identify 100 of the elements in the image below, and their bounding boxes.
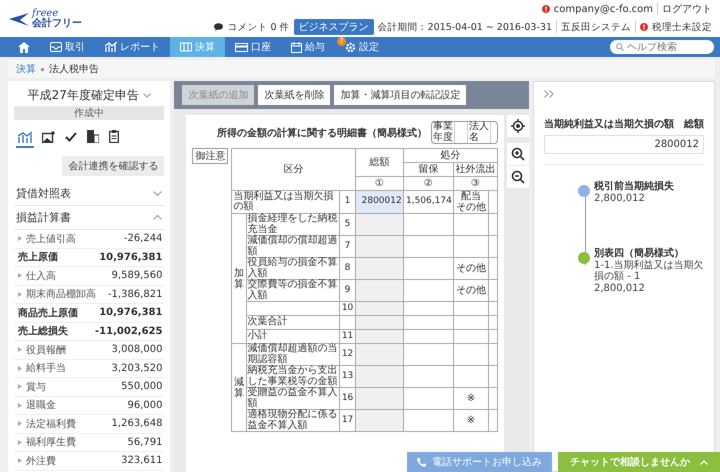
filing-title[interactable]: 平成27年度確定申告 bbox=[28, 87, 139, 104]
zoom-out-button[interactable] bbox=[507, 166, 529, 188]
toolbar-button[interactable]: 次葉紙を削除 bbox=[258, 85, 330, 105]
recenter-button[interactable] bbox=[507, 115, 529, 137]
form-title: 所得の金額の計算に関する明細書（簡易様式） bbox=[217, 126, 427, 140]
double-chevron-icon bbox=[544, 90, 554, 98]
report-section-header[interactable]: 貸借対照表 bbox=[14, 182, 164, 206]
account-name[interactable]: 役員報酬 bbox=[26, 342, 108, 357]
node-title[interactable]: 別表四（簡易様式） bbox=[594, 248, 704, 260]
table-cell: ※ bbox=[466, 415, 476, 426]
row-label: 減価償却の償却超過額 bbox=[248, 235, 338, 256]
account-amount: 3,203,520 bbox=[112, 362, 162, 374]
alert-icon bbox=[640, 23, 648, 31]
total-account-name[interactable]: 売上原価 bbox=[18, 250, 96, 264]
calendar-icon bbox=[291, 42, 302, 52]
row-number: 8 bbox=[344, 262, 350, 273]
logout-link[interactable]: ログアウト bbox=[662, 2, 712, 16]
table-cell: 1,506,174 bbox=[403, 190, 454, 214]
row-label: 当期利益又は当期欠損の額 bbox=[232, 190, 340, 214]
account-amount: -1,386,821 bbox=[108, 288, 162, 300]
row-number: 16 bbox=[342, 392, 354, 403]
account-name[interactable]: 仕入高 bbox=[26, 268, 108, 283]
account-name[interactable]: 法定福利費 bbox=[26, 416, 108, 431]
node-detail: 2,800,012 bbox=[594, 192, 646, 204]
caret-right-icon bbox=[18, 440, 22, 445]
table-cell: 配当 その他 bbox=[453, 190, 489, 214]
account-name[interactable]: 賞与 bbox=[26, 380, 118, 394]
check-accounting-link-button[interactable]: 会計連携を確認する bbox=[62, 156, 164, 176]
caret-right-icon bbox=[18, 236, 22, 242]
caret-right-icon bbox=[18, 292, 22, 297]
table-cell: その他 bbox=[456, 285, 486, 296]
fiscal-year-label: 事業年度 bbox=[432, 122, 455, 143]
account-name[interactable]: 売上値引高 bbox=[26, 232, 120, 246]
total-account-name[interactable]: 商品売上原価 bbox=[18, 306, 96, 320]
status-badge: 作成中 bbox=[14, 106, 164, 120]
account-name[interactable]: 福利厚生費 bbox=[26, 435, 124, 450]
account-amount: 323,611 bbox=[121, 455, 162, 466]
account-amount: 10,976,381 bbox=[99, 252, 162, 263]
zoom-out-icon bbox=[511, 170, 525, 184]
table-header: 処分 bbox=[403, 148, 498, 162]
account-amount: 96,000 bbox=[127, 400, 162, 411]
account-amount: 1,263,648 bbox=[112, 418, 162, 430]
nav-tab[interactable]: 口座 bbox=[225, 37, 281, 57]
breadcrumb-current: 法人税申告 bbox=[49, 62, 99, 76]
toolbar-button[interactable]: 加算・減算項目の転記設定 bbox=[334, 85, 466, 105]
caret-right-icon bbox=[18, 402, 22, 408]
phone-icon bbox=[417, 458, 426, 466]
chart-icon bbox=[105, 42, 117, 52]
row-number: 5 bbox=[344, 218, 350, 229]
account-name[interactable]: 給料手当 bbox=[26, 361, 108, 376]
plan-badge: ビジネスプラン bbox=[294, 19, 374, 35]
row-label: 減価償却超過額の当期認容額 bbox=[248, 343, 338, 364]
nav-tab[interactable]: 取引 bbox=[40, 37, 95, 57]
comment-count[interactable]: コメント 0 件 bbox=[227, 20, 290, 34]
target-icon bbox=[511, 119, 525, 133]
row-label: 受贈益の益金不算入額 bbox=[248, 387, 338, 408]
account-name[interactable]: 期末商品棚卸高 bbox=[26, 287, 104, 302]
row-number: 11 bbox=[342, 330, 354, 341]
node-detail: 1-1.当期利益又は当期欠損の額 - 1 bbox=[594, 260, 704, 282]
table-header: 留保 bbox=[403, 162, 454, 176]
zoom-in-icon bbox=[511, 147, 525, 161]
chevron-up-icon bbox=[153, 215, 162, 220]
accounting-period: 会計期間：2015-04-01 ~ 2016-03-31 bbox=[378, 20, 552, 34]
caution-label: 御注意 bbox=[192, 148, 228, 164]
account-amount: 550,000 bbox=[121, 381, 162, 392]
comment-icon bbox=[214, 23, 224, 31]
node-detail: 2,800,012 bbox=[594, 282, 646, 294]
accountant-status[interactable]: 税理士未設定 bbox=[652, 20, 712, 34]
total-account-name[interactable]: 売上総損失 bbox=[18, 324, 92, 338]
account-name[interactable]: 退職金 bbox=[26, 398, 124, 412]
caret-right-icon bbox=[18, 421, 22, 426]
row-label: 交際費等の損金不算入額 bbox=[248, 279, 338, 300]
nav-tab[interactable]: レポート bbox=[95, 37, 170, 57]
account-amount: 56,791 bbox=[127, 436, 162, 448]
row-number: 7 bbox=[344, 240, 350, 251]
report-section-header[interactable]: 損益計算書 bbox=[14, 206, 164, 230]
caret-right-icon bbox=[18, 366, 22, 371]
column-number: ② bbox=[403, 176, 454, 190]
table-cell: ※ bbox=[466, 393, 476, 404]
account-amount: 3,008,000 bbox=[112, 344, 162, 356]
freee-logo[interactable]: freee 会計フリー bbox=[8, 0, 82, 37]
account-name[interactable]: 外注費 bbox=[26, 454, 118, 468]
account-amount: 9,589,560 bbox=[112, 270, 162, 282]
nav-tab[interactable]: 給与 bbox=[281, 37, 335, 57]
node-title[interactable]: 税引前当期純損失 bbox=[594, 181, 674, 192]
account-amount: -26,244 bbox=[124, 233, 162, 244]
zoom-in-button[interactable] bbox=[507, 143, 529, 165]
row-number: 13 bbox=[342, 370, 354, 381]
company-name[interactable]: 五反田システム bbox=[561, 20, 631, 34]
account-email[interactable]: company@c-fo.com bbox=[554, 4, 653, 14]
caret-right-icon bbox=[18, 347, 22, 352]
row-number: 17 bbox=[342, 414, 354, 425]
row-number: 12 bbox=[342, 348, 354, 359]
chevron-down-icon bbox=[142, 93, 151, 98]
row-label: 小計 bbox=[248, 330, 268, 342]
amount-input[interactable]: 2800012 bbox=[356, 190, 404, 214]
row-number: 9 bbox=[344, 284, 350, 295]
chevron-down-icon bbox=[153, 191, 162, 196]
total-amount-field[interactable]: 2800012 bbox=[544, 135, 704, 154]
breadcrumb-link[interactable]: 決算 bbox=[16, 62, 36, 76]
